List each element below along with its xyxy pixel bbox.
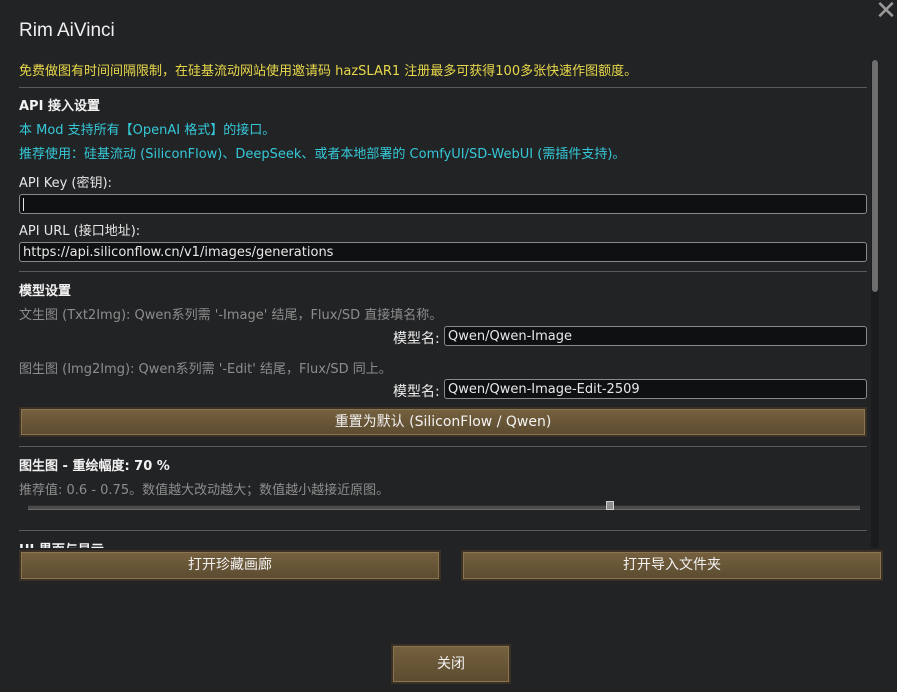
divider (19, 87, 867, 88)
reset-default-button[interactable]: 重置为默认 (SiliconFlow / Qwen) (19, 407, 867, 437)
text-caret (23, 198, 24, 211)
invite-notice: 免费做图有时间间隔限制，在硅基流动网站使用邀请码 hazSLAR1 注册最多可获… (19, 64, 638, 79)
txt2img-model-input[interactable]: Qwen/Qwen-Image (444, 326, 867, 346)
img2img-model-input[interactable]: Qwen/Qwen-Image-Edit-2509 (444, 379, 867, 399)
api-description-1: 本 Mod 支持所有【OpenAI 格式】的接口。 (19, 123, 276, 138)
divider (19, 271, 867, 272)
settings-window: ✕ Rim AiVinci 免费做图有时间间隔限制，在硅基流动网站使用邀请码 h… (0, 0, 897, 692)
api-description-2: 推荐使用：硅基流动 (SiliconFlow)、DeepSeek、或者本地部署的… (19, 147, 626, 162)
open-import-folder-button[interactable]: 打开导入文件夹 (461, 550, 883, 581)
txt2img-model-label: 模型名: (393, 331, 440, 347)
divider (19, 530, 867, 531)
api-url-input[interactable]: https://api.siliconflow.cn/v1/images/gen… (19, 242, 867, 262)
img2img-hint: 图生图 (Img2Img): Qwen系列需 '-Edit' 结尾，Flux/S… (19, 362, 392, 377)
close-button[interactable]: 关闭 (391, 644, 511, 684)
open-gallery-button[interactable]: 打开珍藏画廊 (19, 550, 441, 581)
vertical-scrollbar[interactable] (871, 60, 879, 548)
api-section-heading: API 接入设置 (19, 99, 100, 114)
txt2img-hint: 文生图 (Txt2Img): Qwen系列需 '-Image' 结尾，Flux/… (19, 308, 443, 323)
api-url-label: API URL (接口地址): (19, 224, 141, 239)
img2img-model-label: 模型名: (393, 384, 440, 400)
window-title: Rim AiVinci (19, 20, 115, 41)
api-key-label: API Key (密钥): (19, 176, 112, 191)
api-key-input[interactable] (19, 194, 867, 214)
scrollbar-thumb[interactable] (872, 60, 878, 292)
close-icon[interactable]: ✕ (874, 0, 897, 24)
model-section-heading: 模型设置 (19, 284, 72, 299)
ui-section-heading: UI 界面与显示 (19, 539, 104, 548)
redraw-strength-heading: 图生图 - 重绘幅度: 70 % (19, 459, 170, 474)
settings-scroll-area[interactable]: API 接入设置 本 Mod 支持所有【OpenAI 格式】的接口。 推荐使用：… (16, 82, 870, 548)
divider (19, 446, 867, 447)
slider-thumb[interactable] (606, 501, 615, 510)
redraw-strength-hint: 推荐值: 0.6 - 0.75。数值越大改动越大；数值越小越接近原图。 (19, 483, 390, 498)
redraw-strength-slider[interactable] (28, 505, 860, 510)
